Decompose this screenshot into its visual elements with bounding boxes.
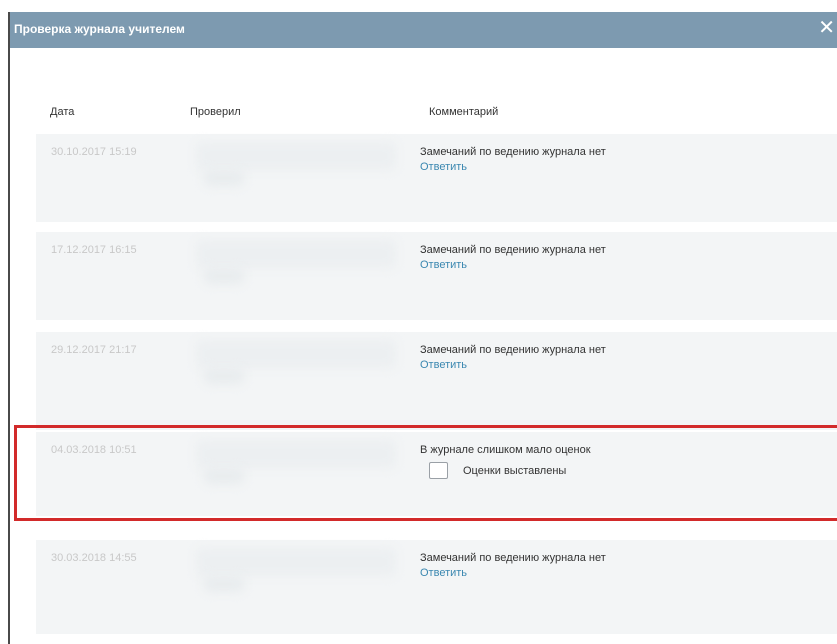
reply-link[interactable]: Ответить <box>420 161 467 173</box>
table-row: 30.10.2017 15:19 Замечаний по ведению жу… <box>36 134 837 222</box>
dialog-titlebar: Проверка журнала учителем ✕ <box>10 12 837 48</box>
blurred-reviewer-name <box>196 142 396 170</box>
highlight-frame <box>14 425 837 521</box>
column-header-comment: Комментарий <box>429 106 499 118</box>
blurred-reviewer-name <box>196 340 396 368</box>
row-comment: Замечаний по ведению журнала нет <box>420 552 606 564</box>
table-row: 30.03.2018 14:55 Замечаний по ведению жу… <box>36 540 837 634</box>
row-comment: Замечаний по ведению журнала нет <box>420 344 606 356</box>
row-comment: Замечаний по ведению журнала нет <box>420 146 606 158</box>
dialog-title: Проверка журнала учителем <box>14 22 185 36</box>
reply-link[interactable]: Ответить <box>420 567 467 579</box>
column-header-date: Дата <box>50 106 75 118</box>
row-date: 29.12.2017 21:17 <box>51 344 137 356</box>
row-date: 30.03.2018 14:55 <box>51 552 137 564</box>
blurred-reviewer-name <box>196 240 396 268</box>
reply-link[interactable]: Ответить <box>420 359 467 371</box>
close-icon[interactable]: ✕ <box>818 18 835 38</box>
row-date: 17.12.2017 16:15 <box>51 244 137 256</box>
row-comment: Замечаний по ведению журнала нет <box>420 244 606 256</box>
blurred-reviewer-name <box>204 368 244 384</box>
blurred-reviewer-name <box>204 170 244 186</box>
reply-link[interactable]: Ответить <box>420 259 467 271</box>
teacher-journal-check-dialog: Проверка журнала учителем ✕ Дата Провери… <box>8 12 837 644</box>
column-header-checked-by: Проверил <box>190 106 241 118</box>
row-date: 30.10.2017 15:19 <box>51 146 137 158</box>
table-row: 29.12.2017 21:17 Замечаний по ведению жу… <box>36 332 837 430</box>
table-row: 17.12.2017 16:15 Замечаний по ведению жу… <box>36 232 837 320</box>
blurred-reviewer-name <box>204 268 244 284</box>
blurred-reviewer-name <box>196 548 396 576</box>
blurred-reviewer-name <box>204 576 244 592</box>
